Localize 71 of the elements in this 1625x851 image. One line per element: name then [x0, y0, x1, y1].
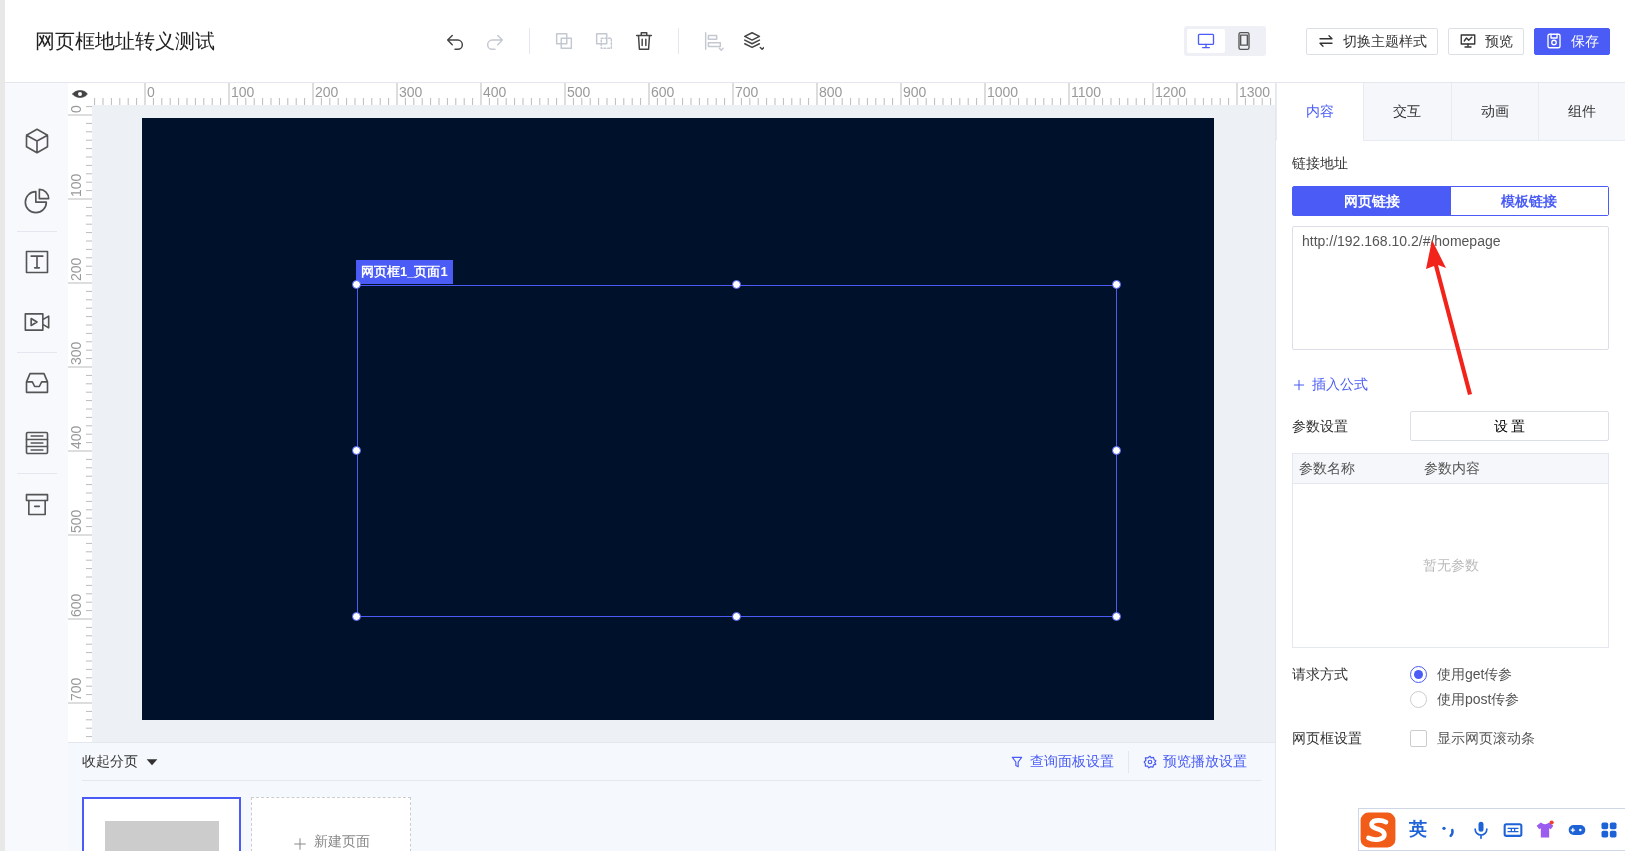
ruler-label: 200 — [68, 257, 84, 281]
shirt-icon[interactable] — [1535, 819, 1555, 840]
ruler-label: 700 — [735, 84, 759, 100]
preview-settings-link[interactable]: 预览播放设置 — [1129, 751, 1261, 772]
resize-handle[interactable] — [732, 612, 741, 621]
new-page-button[interactable]: 新建页面 — [251, 797, 411, 851]
monitor-button[interactable]: 预览 — [1448, 27, 1524, 55]
filter-icon[interactable] — [1010, 754, 1024, 769]
desktop-icon[interactable] — [1196, 31, 1216, 51]
panel-tab[interactable]: 组件 — [1537, 83, 1625, 141]
url-field[interactable]: http://192.168.10.2/#/homepage — [1292, 226, 1609, 350]
checkbox[interactable] — [1410, 730, 1427, 747]
resize-handle[interactable] — [352, 612, 361, 621]
panel-tab[interactable]: 交互 — [1363, 83, 1451, 141]
resize-handle[interactable] — [1112, 612, 1121, 621]
ruler-label: 1200 — [1155, 84, 1187, 100]
resize-handle[interactable] — [352, 446, 361, 455]
resize-handle[interactable] — [1112, 446, 1121, 455]
column-header: 参数内容 — [1423, 459, 1481, 478]
query-panel-settings-link[interactable]: 查询面板设置 — [996, 751, 1128, 772]
resize-handle[interactable] — [352, 280, 361, 289]
radio-button[interactable] — [1410, 666, 1427, 683]
ime-logo-icon[interactable] — [1359, 810, 1397, 849]
collapse-pages-toggle[interactable]: 收起分页 — [82, 751, 160, 772]
option-label[interactable]: 使用post传参 — [1437, 689, 1520, 710]
ruler-label: 1000 — [987, 84, 1019, 100]
ruler-label: 1300 — [1239, 84, 1271, 100]
ruler-label: 300 — [68, 341, 84, 365]
save-icon[interactable] — [1545, 32, 1563, 50]
microphone-icon[interactable] — [1471, 819, 1491, 840]
ruler-label: 800 — [819, 84, 843, 100]
gear-icon[interactable] — [1143, 754, 1157, 769]
frame-label: 网页框1_页面1 — [356, 260, 453, 284]
ruler-label: 500 — [68, 509, 84, 533]
ruler-label: 0 — [147, 84, 155, 100]
swap-button[interactable]: 切换主题样式 — [1306, 27, 1438, 55]
document-title: 网页框地址转义测试 — [35, 29, 216, 54]
swap-icon[interactable] — [1317, 32, 1335, 50]
field-label: 网页框设置 — [1292, 729, 1363, 748]
ruler-label: 900 — [903, 84, 927, 100]
ruler-label: 600 — [651, 84, 675, 100]
empty-message: 暂无参数 — [1422, 556, 1479, 575]
ruler-label: 200 — [315, 84, 339, 100]
field-label: 请求方式 — [1292, 665, 1349, 684]
ruler-label: 300 — [399, 84, 423, 100]
ruler-label: 500 — [567, 84, 591, 100]
panel-tab[interactable]: 动画 — [1450, 83, 1538, 141]
ruler-label: 100 — [68, 173, 84, 197]
column-header: 参数名称 — [1298, 459, 1356, 478]
ruler-label: 0 — [68, 105, 84, 113]
input-mode-toggle[interactable]: 英 — [1409, 816, 1427, 843]
save-button[interactable]: 保存 — [1534, 27, 1610, 55]
field-label: 参数设置 — [1292, 416, 1349, 436]
insert-formula-link[interactable]: 插入公式 — [1292, 374, 1368, 395]
resize-handle[interactable] — [1112, 280, 1121, 289]
ruler-label: 600 — [68, 593, 84, 617]
resize-handle[interactable] — [732, 280, 741, 289]
section-label: 链接地址 — [1292, 154, 1349, 173]
option-label[interactable]: 显示网页滚动条 — [1437, 728, 1535, 749]
ruler-label: 400 — [483, 84, 507, 100]
page-thumbnail[interactable] — [82, 797, 241, 851]
ruler-label: 400 — [68, 425, 84, 449]
option-label[interactable]: 使用get传参 — [1437, 664, 1513, 685]
desktop-view-button[interactable] — [1187, 29, 1225, 53]
pie-chart-icon[interactable] — [22, 187, 51, 215]
ruler-label: 700 — [68, 677, 84, 701]
settings-button[interactable]: 设 置 — [1410, 411, 1609, 441]
ruler-label: 100 — [231, 84, 255, 100]
link-mode-tab[interactable]: 网页链接 — [1293, 187, 1451, 215]
ruler-label: 1100 — [1071, 84, 1102, 100]
monitor-icon[interactable] — [1459, 32, 1477, 50]
